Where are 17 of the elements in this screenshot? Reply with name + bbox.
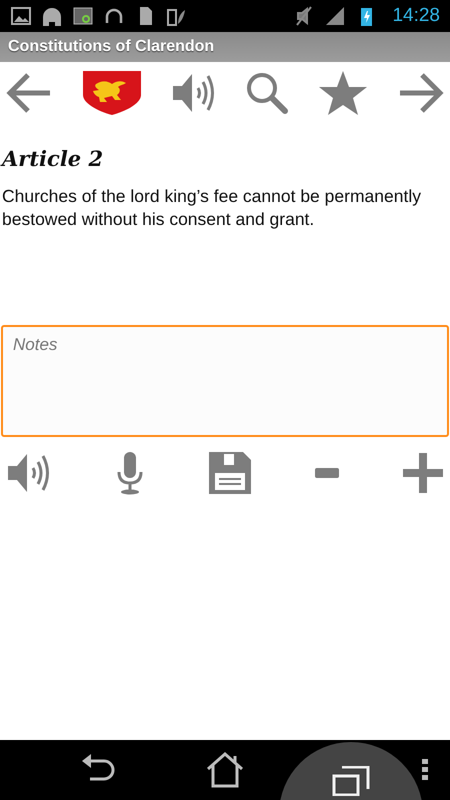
image-icon (10, 5, 32, 27)
search-icon[interactable] (244, 71, 289, 115)
article-text: Churches of the lord king’s fee cannot be permanently bestowed without his consent and grant. (2, 185, 422, 231)
clock-time: 14:28 (392, 5, 440, 27)
plus-icon[interactable] (402, 452, 444, 494)
star-icon[interactable] (318, 70, 368, 116)
signal-icon (324, 5, 346, 27)
app-title: Constitutions of Clarendon (8, 38, 214, 56)
microphone-icon[interactable] (115, 451, 145, 495)
forward-arrow-icon[interactable] (398, 72, 444, 114)
back-arrow-icon[interactable] (6, 72, 52, 114)
notes-field[interactable]: Notes (1, 325, 449, 437)
home-icon (206, 752, 244, 788)
save-icon[interactable] (208, 451, 252, 495)
recent-apps-icon (332, 766, 370, 796)
article-heading: Article 2 (2, 146, 104, 171)
screen-icon (72, 5, 94, 27)
